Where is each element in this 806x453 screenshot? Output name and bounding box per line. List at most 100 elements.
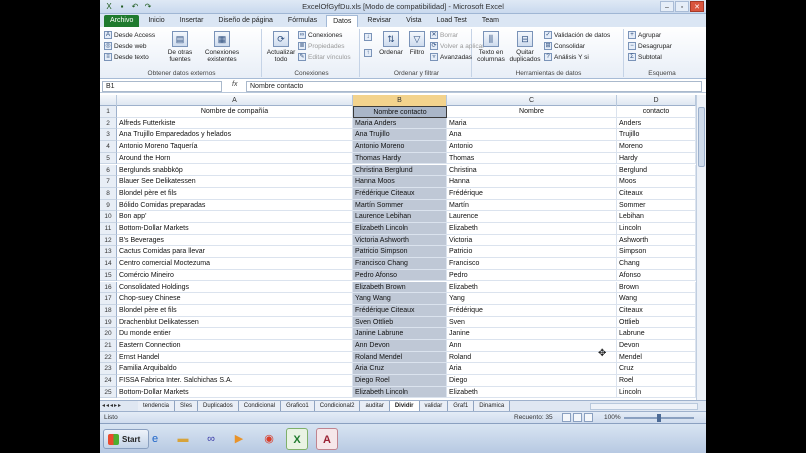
cell-a[interactable]: FISSA Fabrica Inter. Salchichas S.A.: [117, 375, 353, 387]
close-button[interactable]: ✕: [690, 1, 704, 12]
cell-c[interactable]: Victoria: [447, 234, 617, 247]
edit-links-button[interactable]: ✎ Editar vínculos: [298, 53, 351, 61]
cell-a[interactable]: Blondel père et fils: [117, 187, 353, 200]
cell-a[interactable]: Bólido Comidas preparadas: [117, 199, 353, 212]
advanced-button[interactable]: ▿ Avanzadas: [430, 53, 472, 61]
text-to-columns-button[interactable]: ⫼ Texto en columnas: [476, 31, 506, 63]
cell-a[interactable]: Du monde entier: [117, 328, 353, 340]
tab-diseno-pagina[interactable]: Diseño de página: [212, 15, 279, 27]
row-header[interactable]: 22: [100, 351, 117, 364]
cell-b[interactable]: Thomas Hardy: [353, 152, 447, 165]
vertical-scrollbar[interactable]: [696, 95, 706, 400]
tab-archivo[interactable]: Archivo: [104, 15, 140, 27]
sort-za-button[interactable]: ↑: [364, 49, 372, 57]
cell-c[interactable]: Roland: [447, 351, 617, 364]
tab-inicio[interactable]: Inicio: [142, 15, 170, 27]
consolidate-button[interactable]: ⊞ Consolidar: [544, 42, 585, 50]
cell-a[interactable]: Consolidated Holdings: [117, 281, 353, 294]
cell-c[interactable]: Elizabeth: [447, 386, 617, 399]
cell-c[interactable]: Frédérique: [447, 304, 617, 317]
zoom-slider-knob[interactable]: [657, 414, 661, 422]
cell-d[interactable]: Anders: [617, 117, 696, 130]
cell-b[interactable]: Diego Roel: [353, 375, 447, 387]
row-header[interactable]: 21: [100, 340, 117, 352]
cell-a[interactable]: Antonio Moreno Taquería: [117, 141, 353, 153]
cell-d[interactable]: Brown: [617, 281, 696, 294]
cell-c[interactable]: Frédérique: [447, 187, 617, 200]
existing-connections-button[interactable]: ▦ Conexiones existentes: [200, 31, 244, 63]
cell-b[interactable]: Elizabeth Lincoln: [353, 223, 447, 235]
cell-a[interactable]: Bottom-Dollar Markets: [117, 223, 353, 235]
column-header-d[interactable]: D: [617, 95, 696, 106]
cell-b[interactable]: Elizabeth Lincoln: [353, 386, 447, 399]
horizontal-scrollbar[interactable]: [590, 403, 698, 410]
cell-d[interactable]: Hardy: [617, 152, 696, 165]
select-all-corner[interactable]: [100, 95, 117, 106]
tab-vista[interactable]: Vista: [400, 15, 427, 27]
row-header[interactable]: 15: [100, 269, 117, 282]
cell-d[interactable]: contacto: [617, 106, 696, 118]
cell-d[interactable]: Citeaux: [617, 187, 696, 200]
cell-a[interactable]: Comércio Mineiro: [117, 269, 353, 282]
cell-a[interactable]: Berglunds snabbköp: [117, 164, 353, 177]
cell-d[interactable]: Citeaux: [617, 304, 696, 317]
cell-d[interactable]: Wang: [617, 293, 696, 305]
cell-b[interactable]: Christina Berglund: [353, 164, 447, 177]
cell-a[interactable]: Alfreds Futterkiste: [117, 117, 353, 130]
row-header[interactable]: 18: [100, 304, 117, 317]
sort-az-button[interactable]: ↓: [364, 33, 372, 41]
cell-b[interactable]: Roland Mendel: [353, 351, 447, 364]
data-validation-button[interactable]: ✓ Validación de datos: [544, 31, 610, 39]
cell-d[interactable]: Lincoln: [617, 223, 696, 235]
row-header[interactable]: 6: [100, 164, 117, 177]
cell-a[interactable]: Centro comercial Moctezuma: [117, 258, 353, 270]
cell-b[interactable]: Yang Wang: [353, 293, 447, 305]
cell-a[interactable]: Around the Horn: [117, 152, 353, 165]
cell-b[interactable]: Patricio Simpson: [353, 246, 447, 259]
clear-button[interactable]: ✕ Borrar: [430, 31, 458, 39]
start-button[interactable]: Start: [103, 429, 150, 449]
row-header[interactable]: 17: [100, 293, 117, 305]
sheet-tab[interactable]: Duplicados: [198, 401, 239, 411]
cell-a[interactable]: Nombre de compañía: [117, 106, 353, 118]
cell-b[interactable]: Elizabeth Brown: [353, 281, 447, 294]
media-player-icon[interactable]: ▶: [228, 428, 250, 450]
minimize-button[interactable]: –: [660, 1, 674, 12]
tab-insertar[interactable]: Insertar: [174, 15, 210, 27]
cell-a[interactable]: Bottom-Dollar Markets: [117, 386, 353, 399]
refresh-all-button[interactable]: ⟳ Actualizar todo: [266, 31, 296, 63]
maximize-button[interactable]: ▫: [675, 1, 689, 12]
ungroup-button[interactable]: − Desagrupar: [628, 42, 672, 50]
what-if-button[interactable]: ? Análisis Y si: [544, 53, 589, 61]
tab-team[interactable]: Team: [476, 15, 505, 27]
folder-icon[interactable]: ▬: [172, 428, 194, 450]
cell-b[interactable]: Victoria Ashworth: [353, 234, 447, 247]
row-header[interactable]: 13: [100, 246, 117, 259]
group-button[interactable]: + Agrupar: [628, 31, 661, 39]
cell-b[interactable]: Janine Labrune: [353, 328, 447, 340]
from-text-button[interactable]: ≡ Desde texto: [104, 53, 149, 61]
filter-button[interactable]: ▽ Filtro: [406, 31, 428, 56]
cell-b[interactable]: Maria Anders: [353, 117, 447, 130]
row-header[interactable]: 10: [100, 211, 117, 223]
cell-d[interactable]: Ashworth: [617, 234, 696, 247]
row-header[interactable]: 3: [100, 129, 117, 142]
cell-c[interactable]: Sven: [447, 316, 617, 329]
cell-a[interactable]: Blondel père et fils: [117, 304, 353, 317]
cell-a[interactable]: Blauer See Delikatessen: [117, 176, 353, 188]
cell-d[interactable]: Afonso: [617, 269, 696, 282]
cell-d[interactable]: Ottlieb: [617, 316, 696, 329]
cell-c[interactable]: Aria: [447, 363, 617, 376]
cell-b[interactable]: Ann Devon: [353, 340, 447, 352]
row-header[interactable]: 5: [100, 152, 117, 165]
cell-b[interactable]: Ana Trujillo: [353, 129, 447, 142]
cell-c[interactable]: Elizabeth: [447, 223, 617, 235]
cell-a[interactable]: Bon app': [117, 211, 353, 223]
sort-button[interactable]: ⇅ Ordenar: [376, 31, 406, 56]
cell-c[interactable]: Patricio: [447, 246, 617, 259]
connections-button[interactable]: ∞ Conexiones: [298, 31, 342, 39]
cell-b[interactable]: Martín Sommer: [353, 199, 447, 212]
cell-d[interactable]: Devon: [617, 340, 696, 352]
cell-c[interactable]: Antonio: [447, 141, 617, 153]
column-header-b[interactable]: B: [353, 95, 447, 106]
